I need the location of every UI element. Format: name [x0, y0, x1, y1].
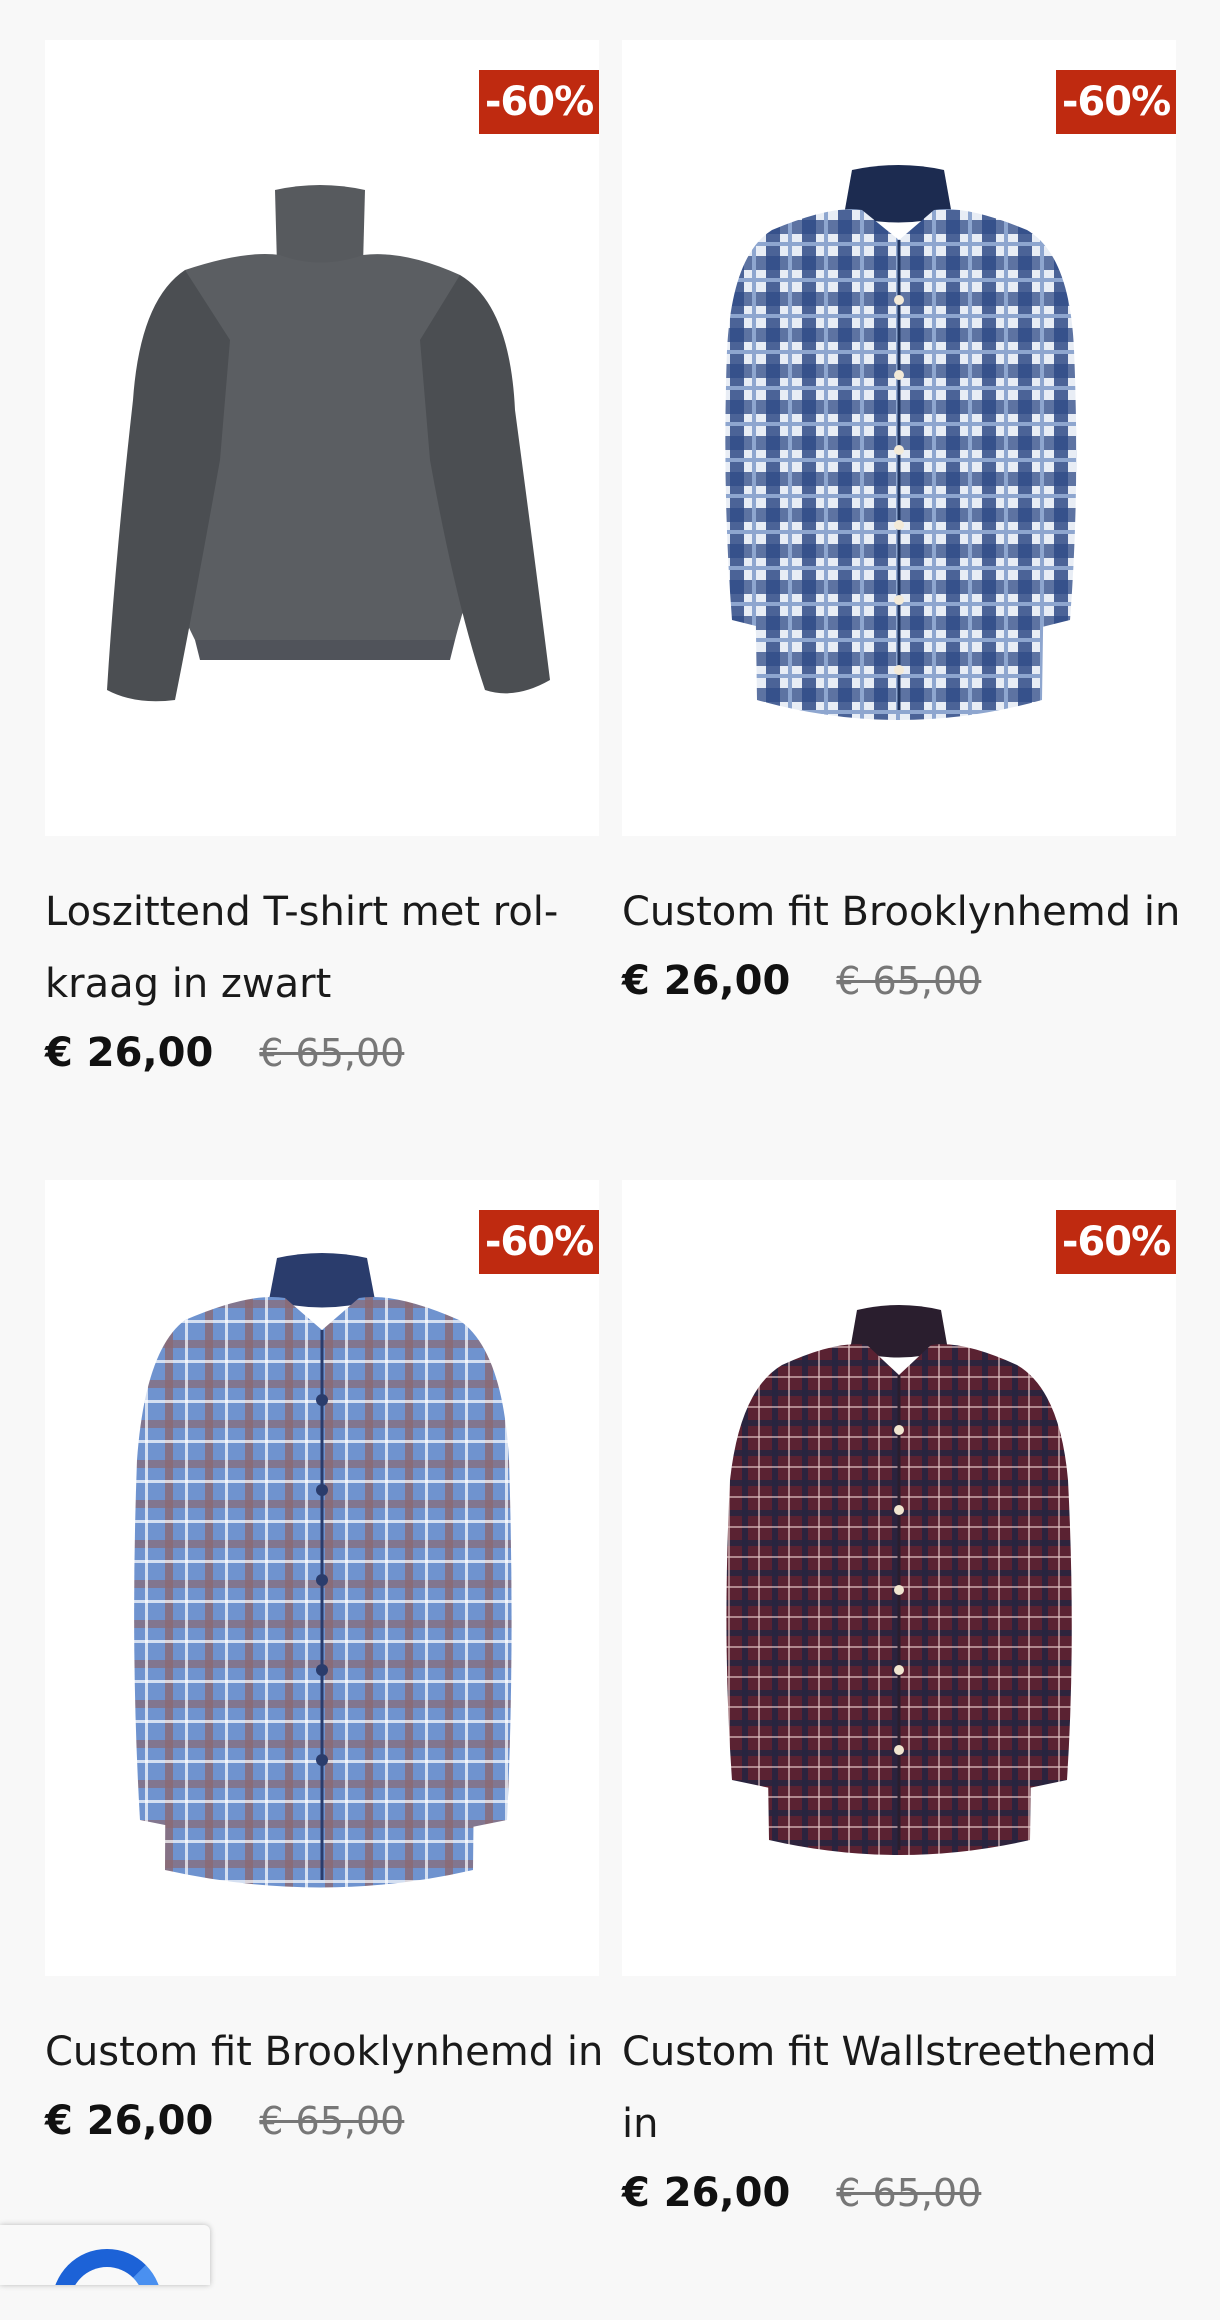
product-card[interactable]: -60% Loszittend T-shirt met rol-kraag in… — [45, 40, 599, 1180]
product-grid: -60% Loszittend T-shirt met rol-kraag in… — [45, 40, 1180, 2320]
recaptcha-badge[interactable] — [0, 2225, 210, 2285]
product-card[interactable]: -60% Custom fit Brooklynhemd in € 26,00 … — [622, 40, 1180, 1180]
burgundy-check-shirt-image — [726, 1305, 1072, 1855]
product-card[interactable]: -60% Custom fit Brooklynhemd in € 26,00 … — [45, 1180, 603, 2320]
product-title[interactable]: Loszittend T-shirt met rol-kraag in zwar… — [45, 876, 605, 1020]
discount-badge: -60% — [1056, 1210, 1176, 1274]
discount-badge: -60% — [479, 70, 599, 134]
sale-price: € 26,00 — [45, 1030, 214, 1076]
price-row: € 26,00 € 65,00 — [45, 2098, 599, 2144]
blue-white-plaid-shirt-image — [725, 165, 1077, 720]
product-card[interactable]: -60% Custom fit Wallstreethemd in € 26,0… — [622, 1180, 1176, 2320]
original-price: € 65,00 — [259, 1031, 405, 1075]
product-image[interactable]: -60% — [45, 1180, 599, 1976]
sale-price: € 26,00 — [45, 2098, 214, 2144]
sale-price: € 26,00 — [622, 958, 791, 1004]
price-row: € 26,00 € 65,00 — [45, 1030, 599, 1076]
original-price: € 65,00 — [259, 2099, 405, 2143]
sale-price: € 26,00 — [622, 2170, 791, 2216]
product-title[interactable]: Custom fit Brooklynhemd in — [45, 2016, 605, 2088]
original-price: € 65,00 — [836, 2171, 982, 2215]
product-title[interactable]: Custom fit Wallstreethemd in — [622, 2016, 1182, 2160]
light-blue-plaid-shirt-image — [134, 1253, 512, 1888]
discount-badge: -60% — [479, 1210, 599, 1274]
product-image[interactable]: -60% — [45, 40, 599, 836]
grey-turtleneck-top-image — [107, 185, 550, 702]
price-row: € 26,00 € 65,00 — [622, 958, 1176, 1004]
discount-badge: -60% — [1056, 70, 1176, 134]
product-image[interactable]: -60% — [622, 40, 1176, 836]
product-image[interactable]: -60% — [622, 1180, 1176, 1976]
price-row: € 26,00 € 65,00 — [622, 2170, 1176, 2216]
original-price: € 65,00 — [836, 959, 982, 1003]
product-title[interactable]: Custom fit Brooklynhemd in — [622, 876, 1182, 948]
recaptcha-logo-icon — [52, 2249, 162, 2285]
